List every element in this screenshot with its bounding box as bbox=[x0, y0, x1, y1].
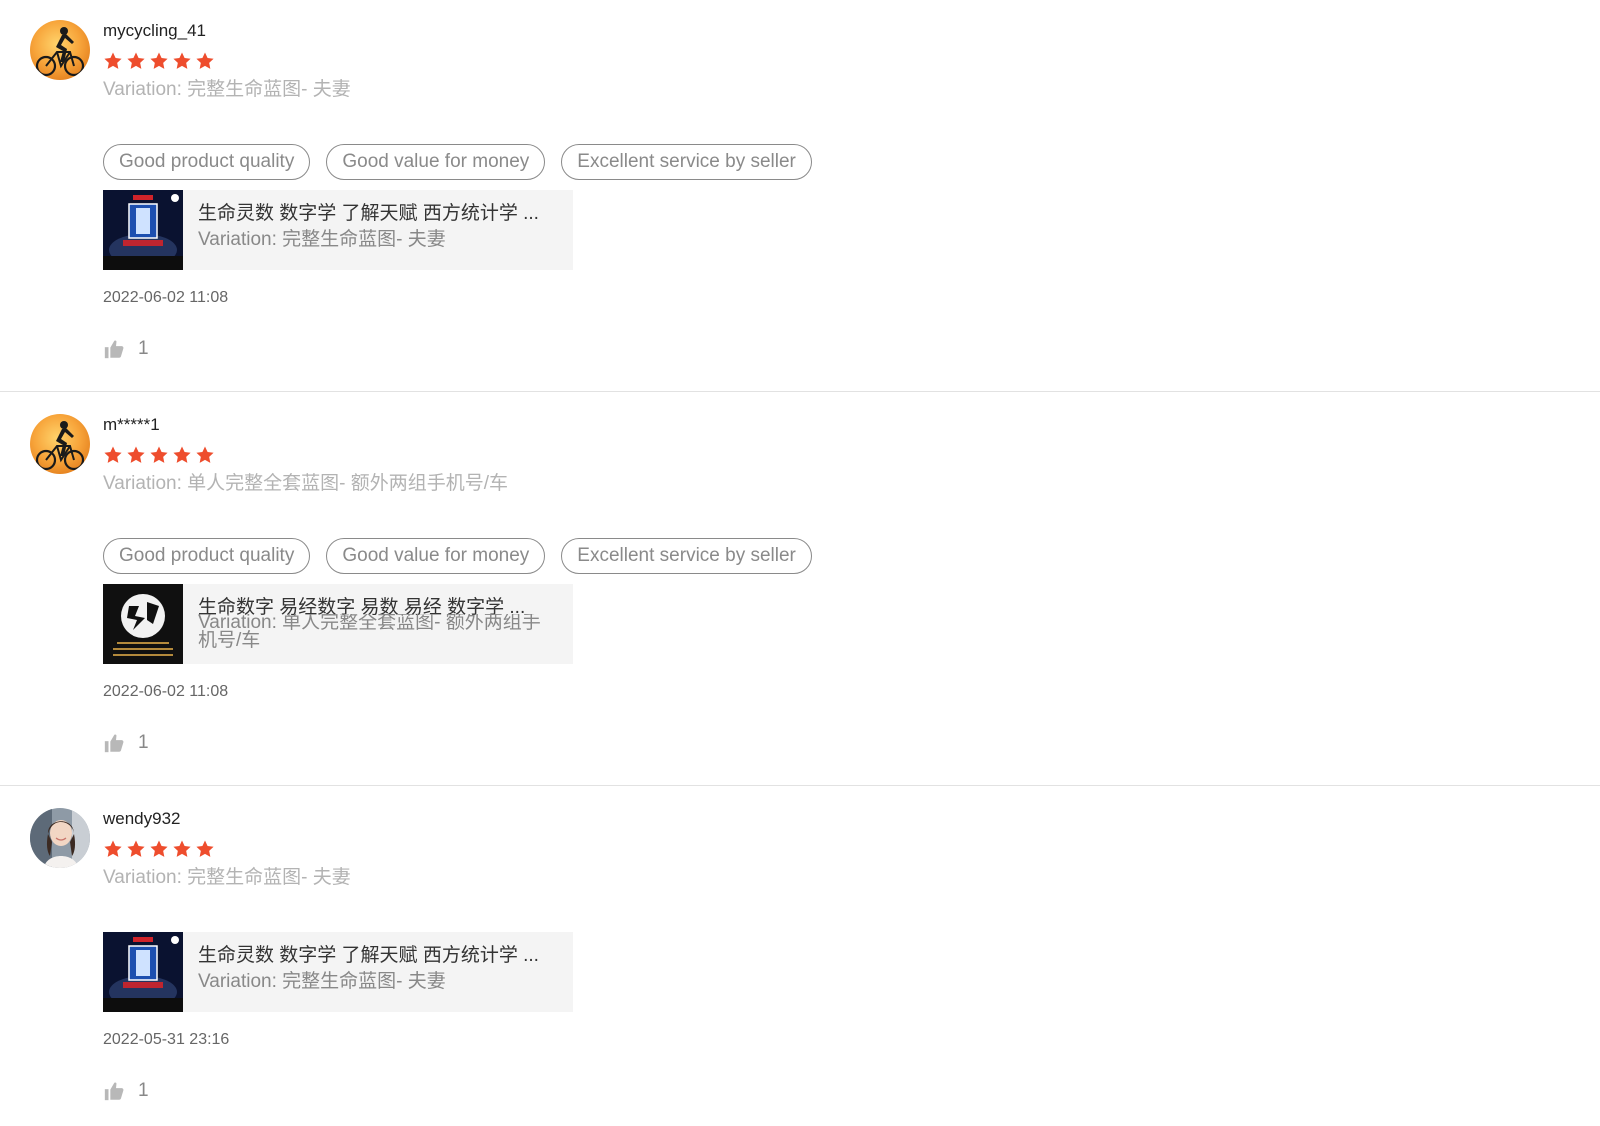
star-rating bbox=[103, 445, 215, 467]
thumb-up-icon bbox=[103, 338, 125, 360]
review-variation: Variation: 完整生命蓝图- 夫妻 bbox=[103, 867, 351, 888]
star-icon bbox=[149, 51, 169, 71]
review-username: m*****1 bbox=[103, 415, 160, 434]
star-icon bbox=[195, 51, 215, 71]
review-tag: Good value for money bbox=[326, 144, 546, 180]
review-tag: Good value for money bbox=[326, 538, 546, 574]
review-item: wendy932 Variation: 完整生命蓝图- 夫妻 生命灵数 数字学 … bbox=[0, 788, 1600, 1126]
review-variation: Variation: 完整生命蓝图- 夫妻 bbox=[103, 79, 351, 100]
review-tag: Good product quality bbox=[103, 538, 311, 574]
star-icon bbox=[103, 445, 123, 465]
star-icon bbox=[149, 839, 169, 859]
star-rating bbox=[103, 839, 215, 861]
review-item: m*****1 Variation: 单人完整全套蓝图- 额外两组手机号/车 G… bbox=[0, 394, 1600, 786]
review-username: wendy932 bbox=[103, 809, 181, 828]
cyclist-avatar-icon bbox=[30, 20, 90, 80]
product-variation: Variation: 完整生命蓝图- 夫妻 bbox=[198, 229, 446, 250]
review-variation: Variation: 单人完整全套蓝图- 额外两组手机号/车 bbox=[103, 473, 509, 494]
star-icon bbox=[172, 445, 192, 465]
review-username: mycycling_41 bbox=[103, 21, 206, 40]
product-cover-image bbox=[103, 190, 183, 270]
product-thumbnail[interactable] bbox=[103, 190, 183, 270]
avatar[interactable] bbox=[30, 414, 90, 474]
star-icon bbox=[126, 51, 146, 71]
product-title: 生命灵数 数字学 了解天赋 西方统计学 ... bbox=[198, 203, 539, 224]
product-cover-image bbox=[103, 932, 183, 1012]
review-date: 2022-06-02 11:08 bbox=[103, 683, 229, 700]
like-button[interactable]: 1 bbox=[103, 336, 149, 362]
star-icon bbox=[172, 839, 192, 859]
star-icon bbox=[195, 839, 215, 859]
review-tags: Good product quality Good value for mone… bbox=[103, 144, 812, 180]
star-icon bbox=[172, 51, 192, 71]
thumb-up-icon bbox=[103, 1080, 125, 1102]
star-icon bbox=[103, 839, 123, 859]
product-variation: Variation: 单人完整全套蓝图- 额外两组手机号/车 bbox=[198, 614, 541, 651]
review-date: 2022-06-02 11:08 bbox=[103, 289, 229, 306]
star-rating bbox=[103, 51, 215, 73]
product-thumbnail[interactable] bbox=[103, 584, 183, 664]
star-icon bbox=[126, 839, 146, 859]
product-cover-image bbox=[103, 584, 183, 664]
user-photo-avatar bbox=[30, 808, 90, 868]
like-count: 1 bbox=[138, 732, 149, 753]
star-icon bbox=[126, 445, 146, 465]
like-button[interactable]: 1 bbox=[103, 730, 149, 756]
star-icon bbox=[103, 51, 123, 71]
product-thumbnail[interactable] bbox=[103, 932, 183, 1012]
product-card[interactable]: 生命灵数 数字学 了解天赋 西方统计学 ... Variation: 完整生命蓝… bbox=[103, 932, 573, 1012]
review-tag: Excellent service by seller bbox=[561, 538, 812, 574]
avatar[interactable] bbox=[30, 20, 90, 80]
product-title: 生命灵数 数字学 了解天赋 西方统计学 ... bbox=[198, 945, 539, 966]
thumb-up-icon bbox=[103, 732, 125, 754]
like-count: 1 bbox=[138, 1080, 149, 1101]
review-item: mycycling_41 Variation: 完整生命蓝图- 夫妻 Good … bbox=[0, 0, 1600, 392]
like-button[interactable]: 1 bbox=[103, 1078, 149, 1104]
cyclist-avatar-icon bbox=[30, 414, 90, 474]
review-divider bbox=[0, 785, 1600, 786]
review-divider bbox=[0, 391, 1600, 392]
avatar[interactable] bbox=[30, 808, 90, 868]
star-icon bbox=[195, 445, 215, 465]
product-variation: Variation: 完整生命蓝图- 夫妻 bbox=[198, 971, 446, 992]
review-tag: Good product quality bbox=[103, 144, 311, 180]
review-date: 2022-05-31 23:16 bbox=[103, 1031, 230, 1048]
product-card[interactable]: 生命数字 易经数字 易数 易经 数字学 ... Variation: 单人完整全… bbox=[103, 584, 573, 664]
review-tag: Excellent service by seller bbox=[561, 144, 812, 180]
like-count: 1 bbox=[138, 338, 149, 359]
review-tags: Good product quality Good value for mone… bbox=[103, 538, 812, 574]
product-card[interactable]: 生命灵数 数字学 了解天赋 西方统计学 ... Variation: 完整生命蓝… bbox=[103, 190, 573, 270]
star-icon bbox=[149, 445, 169, 465]
